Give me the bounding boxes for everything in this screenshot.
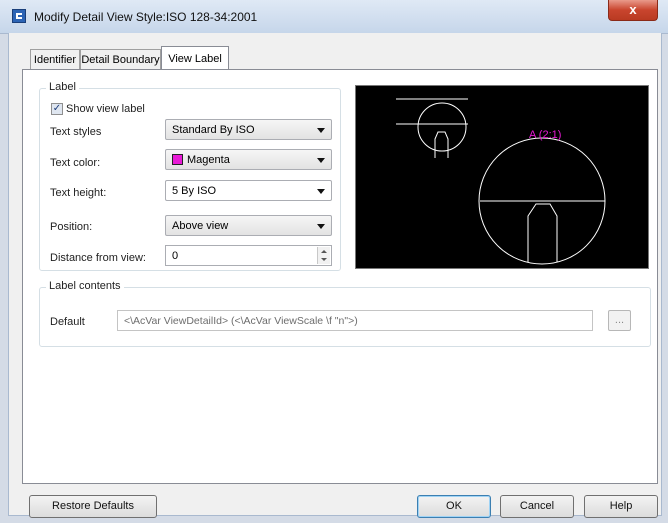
preview-boundary-circle bbox=[417, 102, 467, 152]
position-value: Above view bbox=[172, 220, 229, 232]
text-color-select[interactable]: Magenta bbox=[165, 149, 332, 170]
default-label: Default bbox=[50, 316, 85, 328]
distance-value: 0 bbox=[172, 250, 179, 262]
chevron-down-icon bbox=[317, 189, 325, 194]
position-select[interactable]: Above view bbox=[165, 215, 332, 236]
chevron-down-icon bbox=[317, 158, 325, 163]
color-swatch bbox=[172, 154, 183, 165]
spin-up-icon[interactable] bbox=[321, 250, 327, 253]
text-color-value: Magenta bbox=[187, 154, 230, 166]
preview-drawing: A (2:1) bbox=[396, 98, 606, 265]
spin-down-icon[interactable] bbox=[321, 258, 327, 261]
preview-label-text: A (2:1) bbox=[529, 129, 561, 141]
title-bar[interactable]: Modify Detail View Style:ISO 128-34:2001… bbox=[0, 0, 668, 34]
position-label: Position: bbox=[50, 221, 93, 233]
text-styles-value: Standard By ISO bbox=[172, 124, 255, 136]
text-height-value: 5 By ISO bbox=[172, 185, 217, 197]
close-button[interactable]: x bbox=[608, 0, 658, 21]
chevron-down-icon bbox=[317, 128, 325, 133]
label-contents-title: Label contents bbox=[46, 280, 124, 292]
preview-pane: A (2:1) bbox=[355, 85, 649, 269]
window-title: Modify Detail View Style:ISO 128-34:2001 bbox=[34, 10, 258, 24]
show-view-label-checkbox[interactable]: ✓ bbox=[51, 103, 63, 115]
ok-button[interactable]: OK bbox=[417, 495, 491, 518]
chevron-down-icon bbox=[317, 224, 325, 229]
tab-view-label[interactable]: View Label bbox=[161, 46, 229, 69]
distance-input[interactable]: 0 bbox=[165, 245, 332, 266]
distance-label: Distance from view: bbox=[50, 252, 146, 264]
show-view-label-text: Show view label bbox=[66, 103, 145, 115]
tab-detail-boundary[interactable]: Detail Boundary bbox=[80, 49, 161, 69]
help-button[interactable]: Help bbox=[584, 495, 658, 518]
cancel-button[interactable]: Cancel bbox=[500, 495, 574, 518]
dialog-window: Modify Detail View Style:ISO 128-34:2001… bbox=[0, 0, 668, 523]
preview-part-outline bbox=[434, 131, 449, 158]
default-contents-value: <\AcVar ViewDetailId> (<\AcVar ViewScale… bbox=[124, 315, 358, 327]
browse-button[interactable]: ... bbox=[608, 310, 631, 331]
app-icon bbox=[12, 9, 26, 23]
distance-spinner[interactable] bbox=[317, 247, 330, 264]
tab-identifier[interactable]: Identifier bbox=[30, 49, 80, 69]
label-group-title: Label bbox=[46, 81, 79, 93]
text-color-label: Text color: bbox=[50, 157, 101, 169]
restore-defaults-button[interactable]: Restore Defaults bbox=[29, 495, 157, 518]
text-styles-select[interactable]: Standard By ISO bbox=[165, 119, 332, 140]
default-contents-field[interactable]: <\AcVar ViewDetailId> (<\AcVar ViewScale… bbox=[117, 310, 593, 331]
text-height-select[interactable]: 5 By ISO bbox=[165, 180, 332, 201]
preview-part-outline bbox=[527, 203, 558, 262]
text-styles-label: Text styles bbox=[50, 126, 102, 138]
text-height-label: Text height: bbox=[50, 187, 107, 199]
